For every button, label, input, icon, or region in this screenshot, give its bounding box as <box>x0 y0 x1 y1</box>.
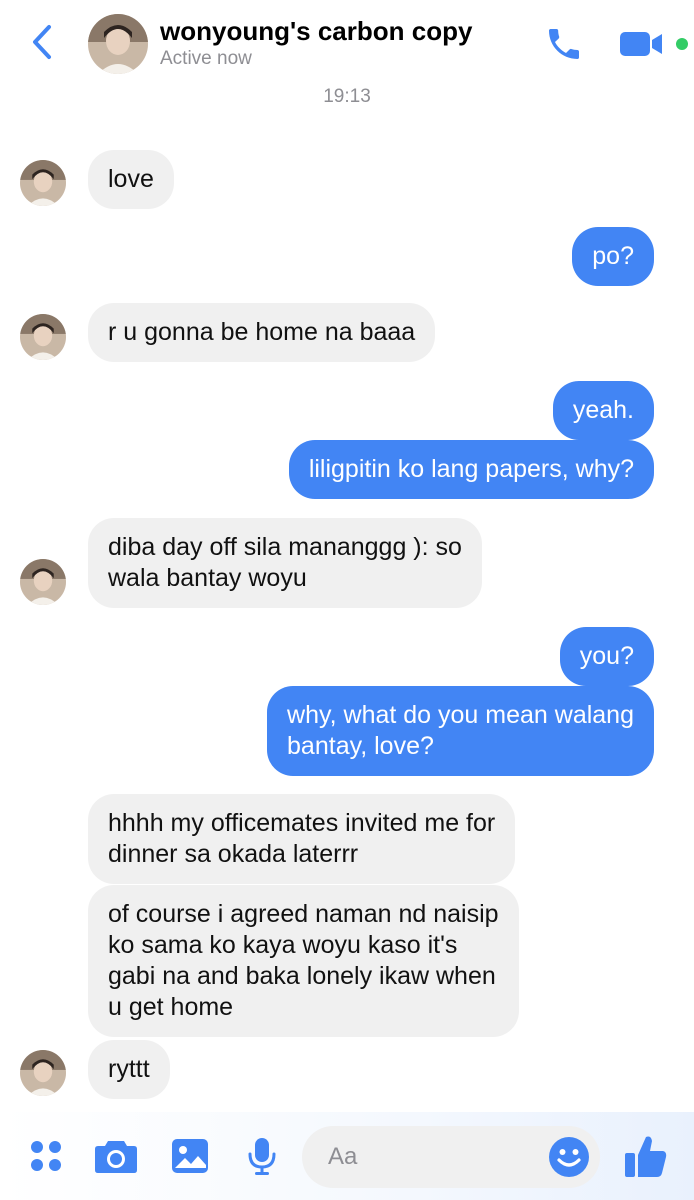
voice-message-button[interactable] <box>240 1134 284 1178</box>
like-button[interactable] <box>620 1134 672 1178</box>
chevron-left-icon <box>33 25 51 59</box>
avatar-photo <box>20 559 66 605</box>
back-button[interactable] <box>22 20 62 64</box>
message-input-placeholder: Aa <box>328 1143 358 1170</box>
voice-call-button[interactable] <box>540 22 588 66</box>
phone-icon <box>549 29 579 59</box>
message-bubble-incoming[interactable]: hhhh my officemates invited me for dinne… <box>88 794 516 884</box>
avatar-photo <box>88 14 148 74</box>
message-bubble-incoming[interactable]: love <box>88 150 174 209</box>
message-bubble-outgoing[interactable]: why, what do you mean walang bantay, lov… <box>267 686 654 776</box>
chat-title[interactable]: wonyoung's carbon copy <box>160 16 472 47</box>
thumbs-up-icon <box>625 1136 667 1177</box>
message-bubble-outgoing[interactable]: you? <box>559 627 654 686</box>
sender-avatar[interactable] <box>20 314 66 360</box>
video-call-button[interactable] <box>618 24 674 64</box>
contact-avatar[interactable] <box>88 14 148 74</box>
message-timestamp: 19:13 <box>323 86 371 107</box>
online-indicator <box>676 38 688 50</box>
message-bubble-outgoing[interactable]: liligpitin ko lang papers, why? <box>288 440 654 499</box>
message-bubble-incoming[interactable]: r u gonna be home na baaa <box>88 303 436 362</box>
camera-button[interactable] <box>92 1134 140 1178</box>
sender-avatar[interactable] <box>20 1050 66 1096</box>
video-camera-icon <box>620 32 662 56</box>
avatar-photo <box>20 160 66 206</box>
chat-header: wonyoung's carbon copy Active now <box>0 0 694 80</box>
apps-button[interactable] <box>24 1134 68 1178</box>
avatar-photo <box>20 1050 66 1096</box>
apps-icon <box>31 1141 61 1171</box>
message-bubble-incoming[interactable]: of course i agreed naman nd naisip ko sa… <box>88 885 519 1037</box>
camera-icon <box>95 1141 137 1173</box>
message-bubble-incoming[interactable]: ryttt <box>88 1040 170 1099</box>
microphone-icon <box>248 1138 276 1175</box>
sender-avatar[interactable] <box>20 559 66 605</box>
gallery-button[interactable] <box>168 1134 212 1178</box>
gallery-icon <box>172 1139 208 1173</box>
avatar-photo <box>20 314 66 360</box>
message-bubble-outgoing[interactable]: po? <box>572 227 654 286</box>
sender-avatar[interactable] <box>20 160 66 206</box>
message-input[interactable]: Aa <box>302 1126 600 1188</box>
message-bubble-outgoing[interactable]: yeah. <box>552 381 654 440</box>
emoji-icon[interactable] <box>548 1136 590 1178</box>
composer-bar: Aa <box>0 1112 694 1200</box>
message-bubble-incoming[interactable]: diba day off sila mananggg ): so wala ba… <box>88 518 482 608</box>
active-status: Active now <box>160 48 252 69</box>
